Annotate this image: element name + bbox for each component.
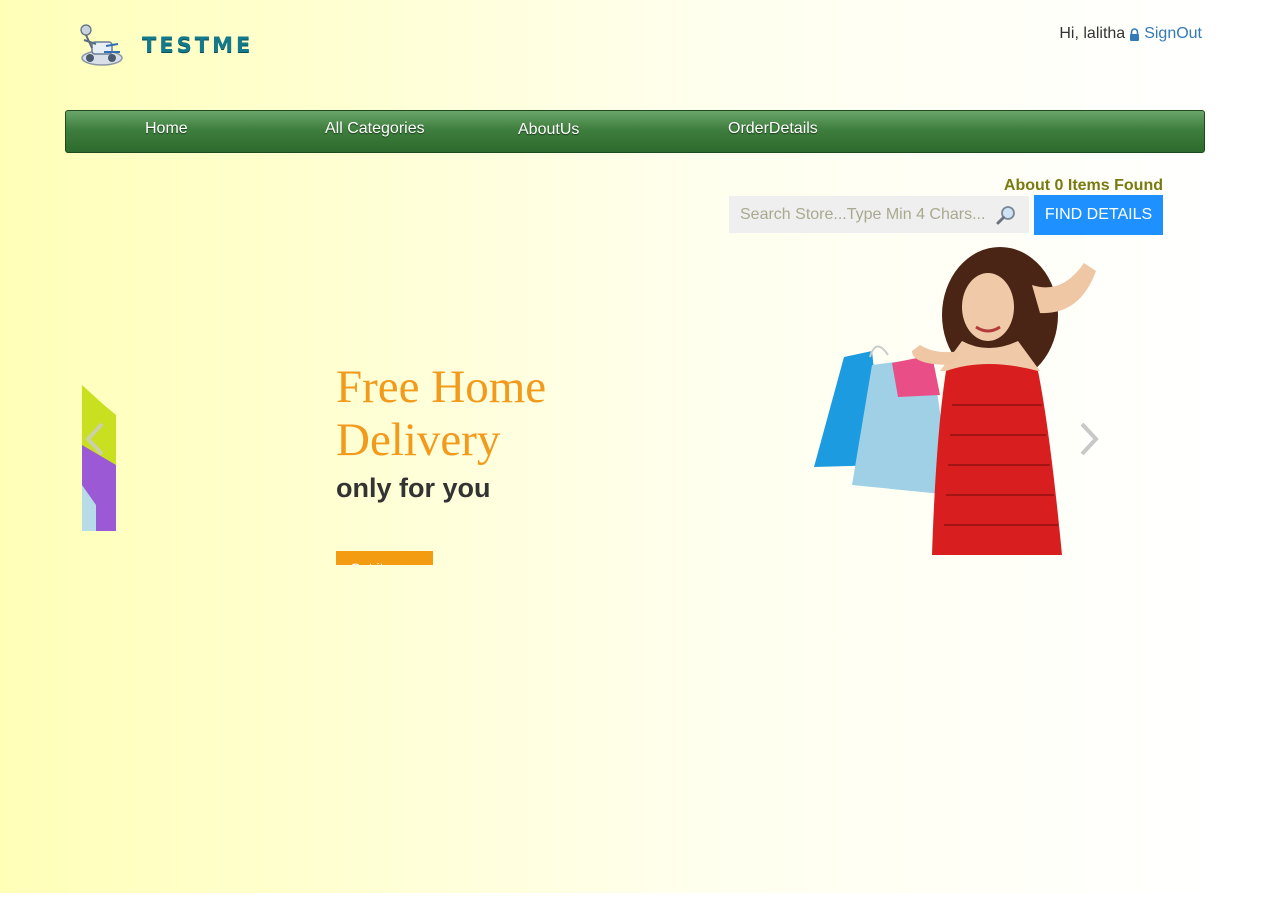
nav-item-aboutus[interactable]: AboutUs [518,121,579,139]
promo-headline: Free Home Delivery [336,361,547,466]
promo-carousel: Free Home Delivery only for you Get it n… [82,245,1102,565]
cart-rider-logo-icon [80,24,123,66]
promo-subline: only for you [336,473,491,503]
user-area: Hi, lalitha SignOut [1059,25,1202,43]
nav-item-all-categories[interactable]: All Categories [325,120,425,138]
find-details-button[interactable]: FIND DETAILS [1034,195,1163,235]
shopping-woman-image [814,247,1096,555]
magnifier-icon[interactable] [995,204,1017,226]
chevron-left-icon[interactable] [84,420,108,458]
chevron-right-icon[interactable] [1076,420,1100,458]
get-it-now-button[interactable]: Get it now [336,551,433,565]
nav-item-orderdetails[interactable]: OrderDetails [728,120,818,138]
main-navbar: Home All Categories AboutUs OrderDetails [65,110,1205,153]
items-found-text: About 0 Items Found [1003,177,1163,194]
search-box [729,196,1029,233]
user-greeting: Hi, lalitha [1059,25,1126,42]
nav-item-home[interactable]: Home [145,120,188,138]
logo-text: TESTME [142,33,254,57]
site-logo[interactable]: TESTME [76,22,272,68]
lock-icon [1130,27,1140,41]
shopping-bag-slide-edge [82,385,116,531]
signout-link[interactable]: SignOut [1144,25,1202,43]
search-input[interactable] [729,196,991,233]
